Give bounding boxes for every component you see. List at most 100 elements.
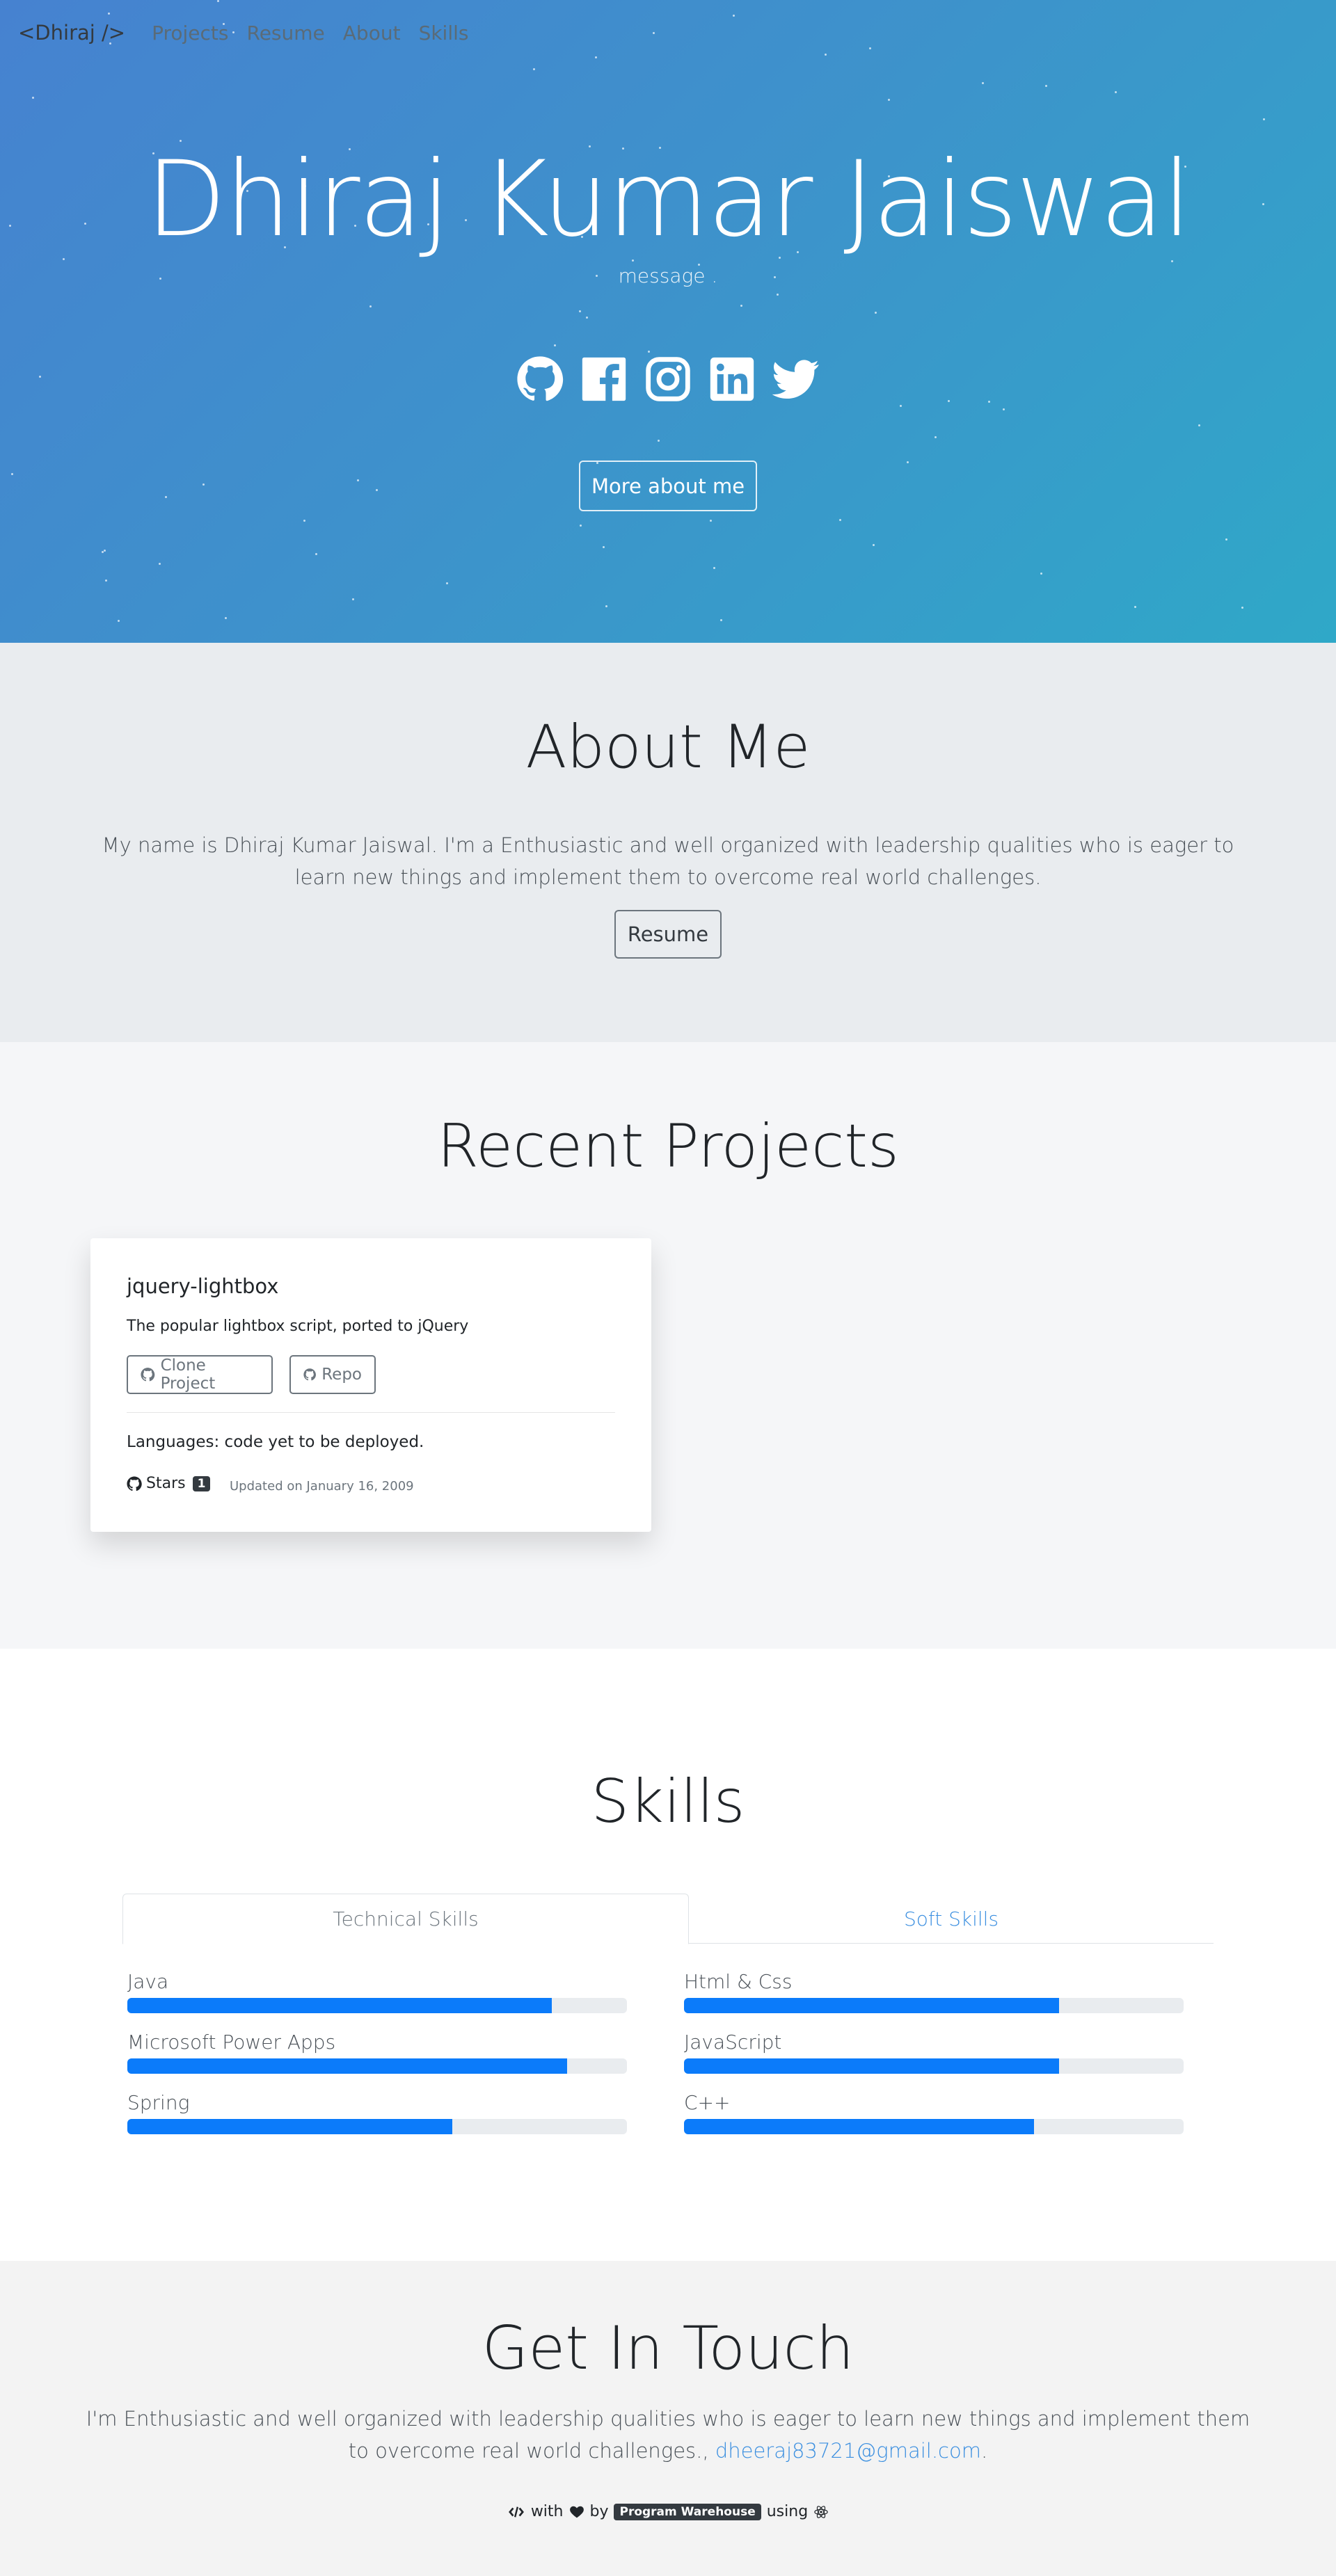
skills-tabs: Technical Skills Soft Skills: [122, 1894, 1214, 1944]
skill-name: JavaScript: [684, 2031, 782, 2054]
star-dot: [315, 553, 317, 555]
github-icon: [127, 1475, 142, 1491]
contact-text: I'm Enthusiastic and well organized with…: [77, 2403, 1259, 2467]
more-about-me-button[interactable]: More about me: [579, 461, 757, 511]
skill-item: Html & Css: [684, 1970, 1184, 2031]
skill-name: C++: [684, 2091, 731, 2114]
skill-progress-bar: [684, 1998, 1184, 2013]
project-description: The popular lightbox script, ported to j…: [127, 1318, 469, 1335]
skill-name: Spring: [127, 2091, 190, 2114]
facebook-icon[interactable]: [580, 355, 628, 403]
star-dot: [658, 440, 660, 442]
navbar: <Dhiraj /> Projects Resume About Skills: [0, 0, 1336, 65]
skill-progress-bar: [127, 1998, 627, 2013]
star-dot: [839, 519, 841, 521]
star-dot: [225, 617, 227, 619]
clone-project-label: Clone Project: [160, 1357, 216, 1393]
star-dot: [1003, 408, 1005, 410]
star-dot: [369, 305, 372, 307]
updated-date: Updated on January 16, 2009: [230, 1479, 414, 1494]
about-title: About Me: [525, 712, 811, 782]
star-dot: [888, 99, 890, 101]
instagram-icon[interactable]: [644, 355, 692, 403]
program-warehouse-badge[interactable]: Program Warehouse: [614, 2503, 761, 2520]
star-dot: [554, 344, 556, 346]
stars-indicator[interactable]: Stars 1: [127, 1475, 211, 1492]
tab-soft-skills[interactable]: Soft Skills: [689, 1894, 1214, 1944]
skill-progress-fill: [684, 2058, 1059, 2074]
skill-progress-bar: [127, 2058, 627, 2074]
skill-progress-fill: [684, 2119, 1034, 2134]
star-dot: [605, 605, 607, 607]
repo-button[interactable]: Repo: [289, 1355, 376, 1394]
about-section: About Me My name is Dhiraj Kumar Jaiswal…: [0, 643, 1336, 1042]
star-dot: [873, 544, 875, 546]
star-dot: [446, 582, 448, 584]
stars-label: Stars: [146, 1475, 186, 1492]
contact-trailing: .: [981, 2439, 988, 2463]
skills-column-left: Java Microsoft Power Apps Spring: [127, 1970, 627, 2152]
hero-message: message .: [618, 264, 718, 287]
star-dot: [1241, 607, 1243, 609]
star-dot: [1171, 260, 1173, 262]
star-dot: [303, 520, 305, 522]
star-dot: [982, 82, 984, 84]
skill-item: Spring: [127, 2091, 627, 2152]
skills-column-right: Html & Css JavaScript C++: [684, 1970, 1184, 2152]
linkedin-icon[interactable]: [708, 355, 756, 403]
star-dot: [777, 294, 779, 296]
star-dot: [352, 598, 354, 600]
footer-by: by: [589, 2503, 609, 2520]
footer-with: with: [530, 2503, 564, 2520]
star-dot: [105, 579, 107, 582]
contact-section: Get In Touch I'm Enthusiastic and well o…: [0, 2261, 1336, 2576]
nav-link-projects[interactable]: Projects: [152, 22, 228, 45]
nav-link-skills[interactable]: Skills: [419, 22, 469, 45]
heart-icon: [569, 2506, 584, 2518]
tab-technical-skills[interactable]: Technical Skills: [122, 1894, 689, 1944]
contact-title: Get In Touch: [482, 2314, 854, 2383]
hero-title: Dhiraj Kumar Jaiswal: [145, 139, 1192, 260]
footer-credit: with by Program Warehouse using: [0, 2503, 1336, 2520]
skills-title: Skills: [591, 1767, 745, 1837]
projects-section: Recent Projects jquery-lightbox The popu…: [0, 1042, 1336, 1649]
star-dot: [907, 461, 909, 463]
star-dot: [118, 620, 120, 622]
star-dot: [533, 68, 535, 70]
skill-item: Microsoft Power Apps: [127, 2031, 627, 2091]
star-dot: [1198, 424, 1200, 426]
star-dot: [875, 312, 877, 314]
github-icon[interactable]: [516, 355, 564, 403]
card-divider: [127, 1412, 615, 1413]
skill-progress-bar: [684, 2058, 1184, 2074]
project-card: jquery-lightbox The popular lightbox scr…: [90, 1238, 651, 1532]
clone-project-button[interactable]: Clone Project: [127, 1355, 273, 1394]
star-dot: [159, 563, 161, 565]
social-links: [0, 355, 1336, 403]
project-languages: Languages: code yet to be deployed.: [127, 1433, 424, 1451]
skill-item: JavaScript: [684, 2031, 1184, 2091]
star-dot: [1134, 606, 1136, 608]
github-icon: [303, 1368, 316, 1381]
brand-logo[interactable]: <Dhiraj />: [18, 21, 125, 45]
star-dot: [202, 483, 205, 486]
star-dot: [586, 317, 588, 319]
email-link[interactable]: dheeraj83721@gmail.com: [715, 2439, 981, 2463]
nav-link-resume[interactable]: Resume: [247, 22, 325, 45]
star-dot: [710, 520, 712, 522]
star-dot: [579, 310, 581, 312]
about-text: My name is Dhiraj Kumar Jaiswal. I'm a E…: [102, 833, 1234, 889]
star-dot: [935, 436, 937, 438]
contact-message: I'm Enthusiastic and well organized with…: [86, 2407, 1250, 2463]
star-dot: [900, 405, 902, 407]
project-name: jquery-lightbox: [127, 1274, 279, 1298]
hero-section: Dhiraj Kumar Jaiswal message . More abou…: [0, 0, 1336, 643]
projects-title: Recent Projects: [437, 1112, 899, 1181]
resume-button[interactable]: Resume: [614, 910, 722, 959]
star-dot: [720, 619, 722, 621]
skills-section: Skills Technical Skills Soft Skills Java…: [0, 1649, 1336, 2261]
skill-progress-bar: [684, 2119, 1184, 2134]
nav-link-about[interactable]: About: [343, 22, 401, 45]
react-icon: [814, 2505, 828, 2518]
twitter-icon[interactable]: [772, 355, 820, 403]
